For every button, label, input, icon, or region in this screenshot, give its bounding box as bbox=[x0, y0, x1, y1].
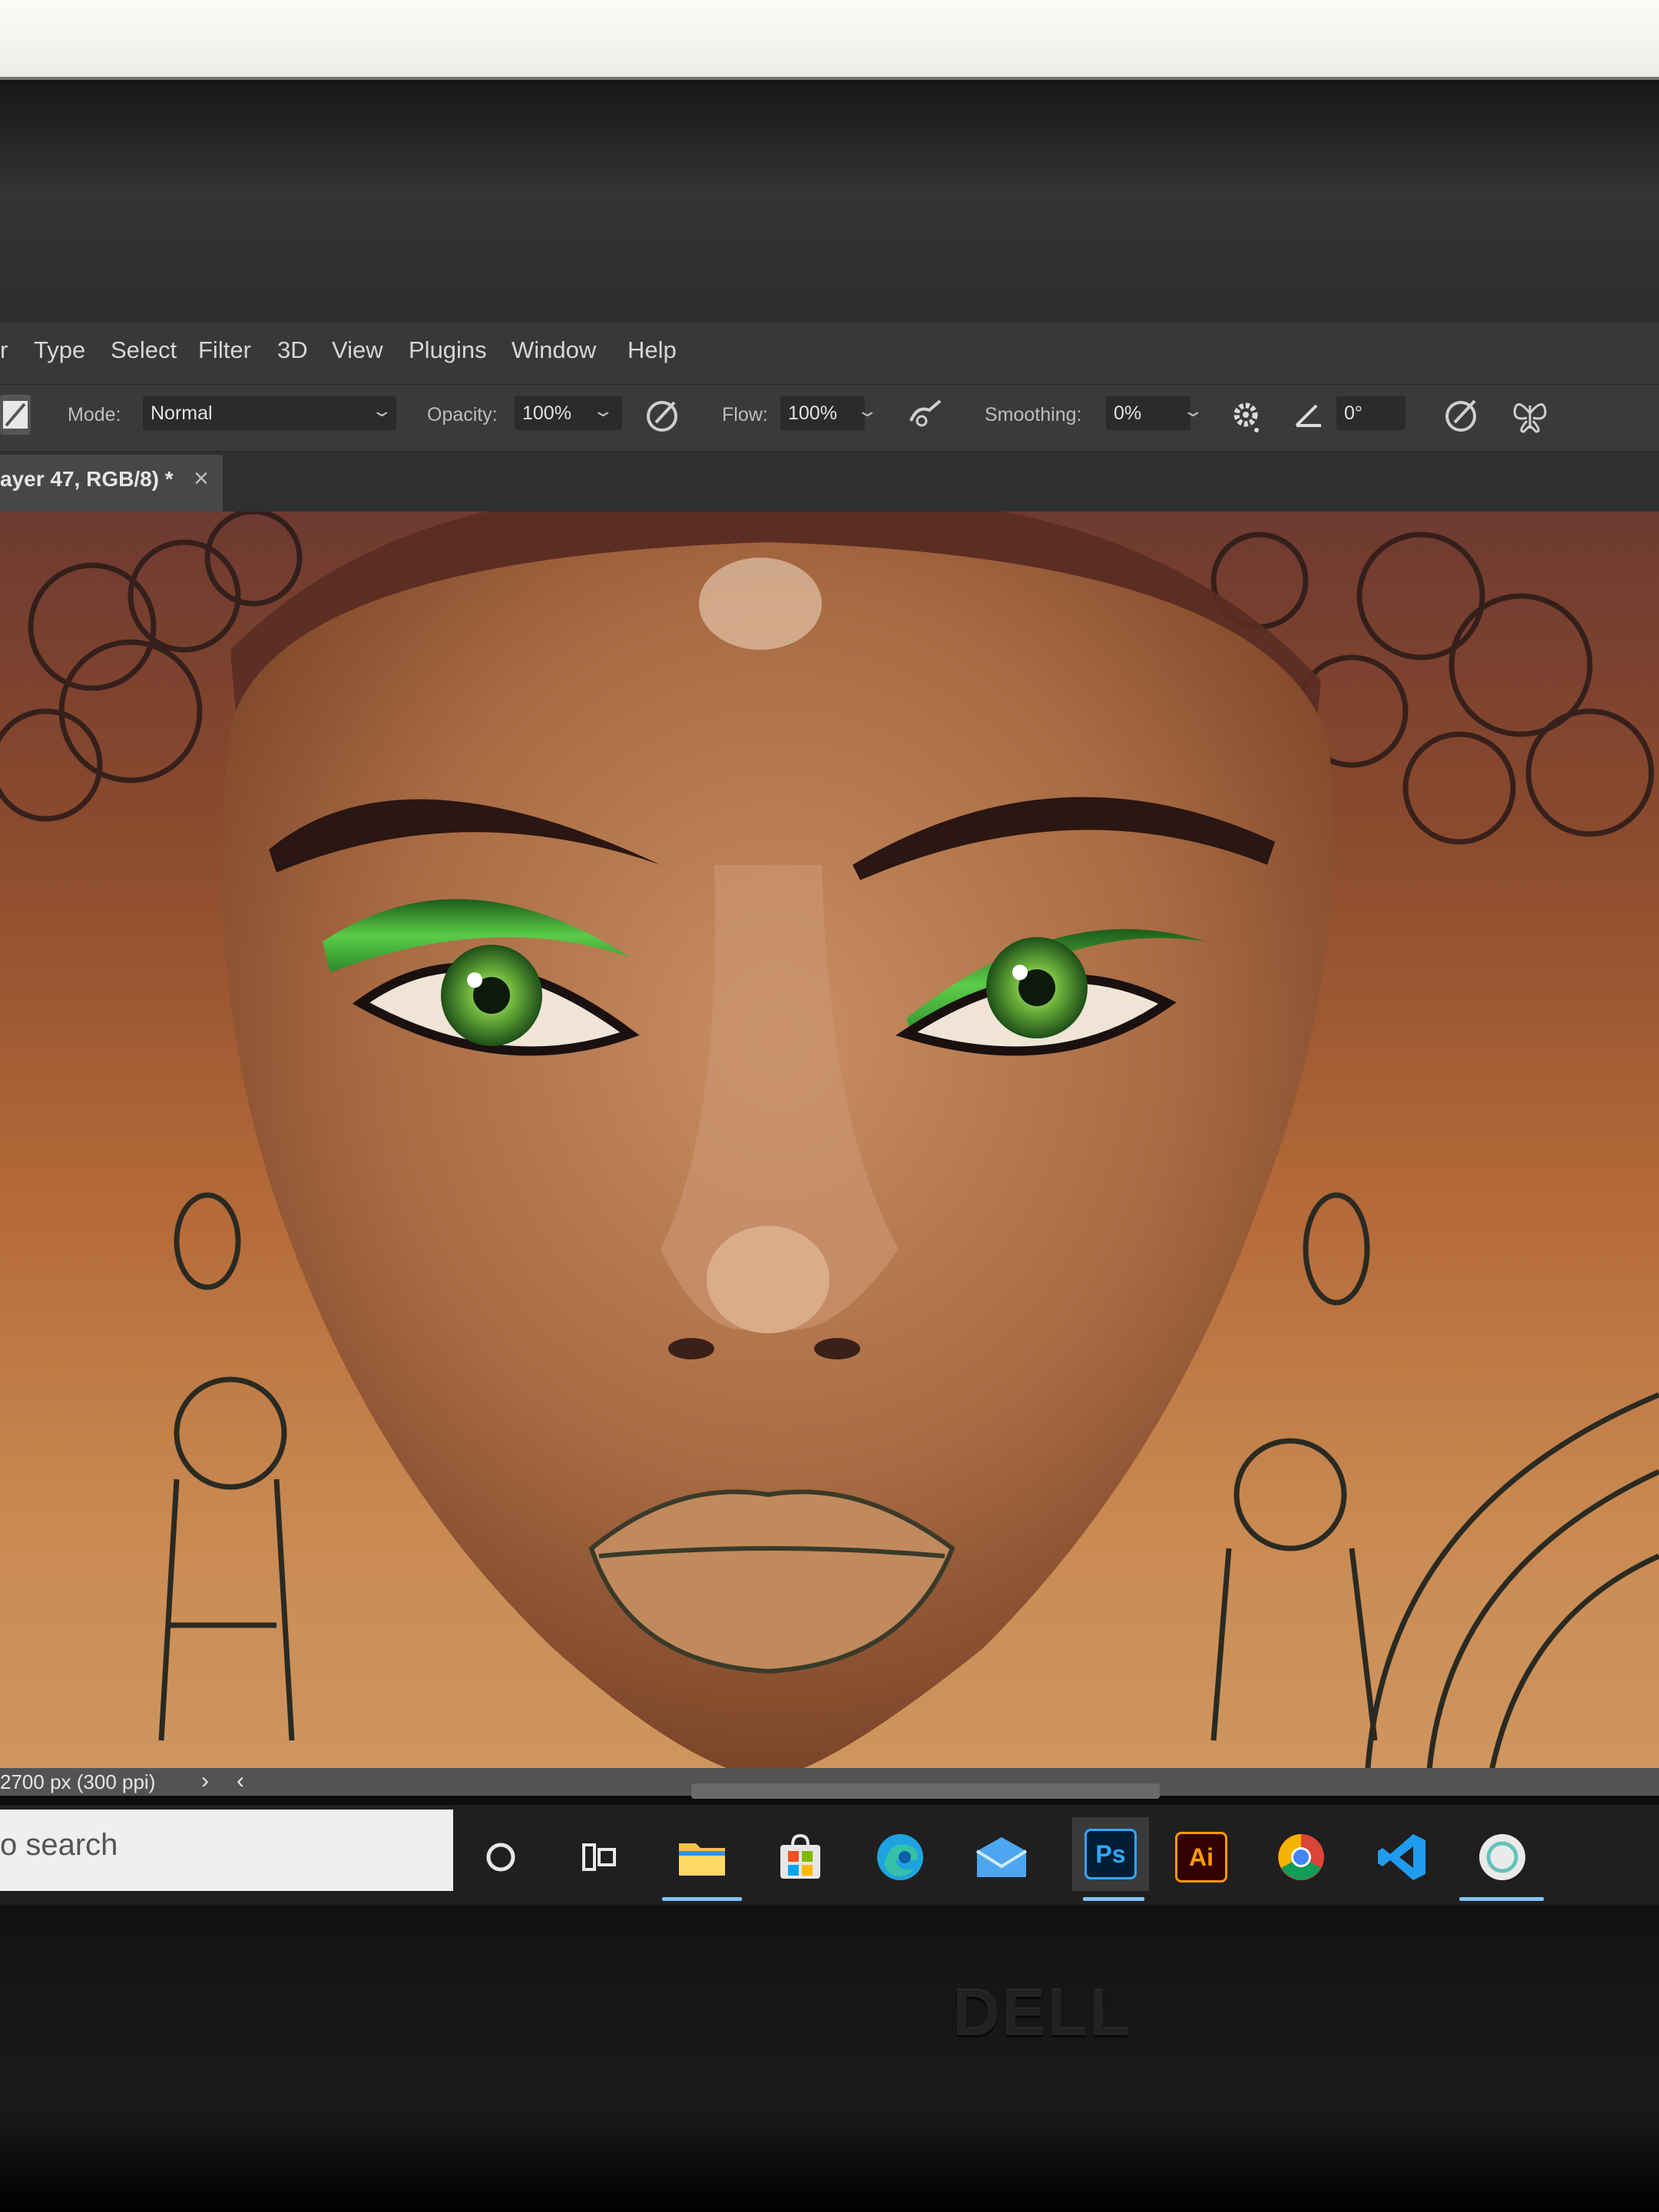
search-placeholder: o search bbox=[0, 1828, 118, 1862]
edge-browser-icon[interactable] bbox=[871, 1828, 929, 1886]
horizontal-scrollbar[interactable] bbox=[691, 1783, 1160, 1799]
active-app-indicator bbox=[1459, 1897, 1544, 1901]
chevron-down-icon[interactable]: ⌄ bbox=[370, 401, 393, 421]
photoshop-taskbar-button[interactable]: Ps bbox=[1072, 1817, 1149, 1891]
laptop-base-edge bbox=[0, 2104, 1659, 2212]
menu-type[interactable]: Type bbox=[34, 336, 85, 364]
mode-select[interactable]: Normal bbox=[143, 396, 396, 430]
cortana-icon[interactable] bbox=[472, 1828, 530, 1886]
chevron-down-icon[interactable]: ⌄ bbox=[856, 401, 879, 421]
menu-select[interactable]: Select bbox=[111, 336, 177, 364]
flow-field[interactable]: 100% bbox=[780, 396, 865, 430]
portrait-artwork bbox=[0, 512, 1659, 1779]
menu-filter[interactable]: Filter bbox=[198, 336, 251, 364]
angle-icon bbox=[1290, 395, 1330, 435]
menu-view[interactable]: View bbox=[332, 336, 383, 364]
microsoft-store-icon[interactable] bbox=[771, 1828, 830, 1886]
vscode-icon[interactable] bbox=[1373, 1828, 1432, 1886]
document-size-status: 2700 px (300 ppi) bbox=[0, 1770, 156, 1793]
document-tab-bar bbox=[0, 452, 1659, 512]
artwork-canvas[interactable] bbox=[0, 512, 1659, 1779]
illustrator-icon: Ai bbox=[1189, 1843, 1214, 1871]
chevron-left-icon[interactable]: ‹ bbox=[237, 1768, 244, 1794]
flow-label: Flow: bbox=[722, 404, 768, 426]
menu-window[interactable]: Window bbox=[512, 336, 596, 364]
illustrator-taskbar-button[interactable]: Ai bbox=[1172, 1828, 1230, 1886]
smoothing-field[interactable]: 0% bbox=[1106, 396, 1190, 430]
brush-preset-icon[interactable] bbox=[0, 395, 31, 435]
document-tab-title: ayer 47, RGB/8) * bbox=[0, 467, 174, 491]
menu-help[interactable]: Help bbox=[628, 336, 677, 364]
airbrush-icon[interactable] bbox=[906, 395, 946, 435]
chrome-icon[interactable] bbox=[1272, 1828, 1330, 1886]
background-wall bbox=[0, 0, 1659, 84]
active-app-indicator bbox=[1083, 1897, 1144, 1901]
mode-label: Mode: bbox=[68, 404, 121, 426]
dell-logo: DELL bbox=[952, 1976, 1131, 2050]
chevron-down-icon[interactable]: ⌄ bbox=[591, 401, 614, 421]
opacity-label: Opacity: bbox=[427, 404, 498, 426]
mail-icon[interactable] bbox=[972, 1828, 1031, 1886]
pressure-size-icon[interactable] bbox=[1441, 395, 1481, 435]
chevron-right-icon[interactable]: › bbox=[201, 1768, 209, 1794]
gear-icon[interactable] bbox=[1226, 395, 1266, 435]
task-view-icon[interactable] bbox=[570, 1828, 628, 1886]
active-app-indicator bbox=[662, 1897, 742, 1901]
pressure-opacity-icon[interactable] bbox=[642, 395, 682, 435]
menu-layer[interactable]: r bbox=[0, 336, 8, 364]
app-circle-icon[interactable] bbox=[1473, 1828, 1532, 1886]
file-explorer-icon[interactable] bbox=[673, 1828, 731, 1886]
photoshop-icon: Ps bbox=[1095, 1839, 1126, 1868]
smoothing-label: Smoothing: bbox=[985, 404, 1082, 426]
menu-plugins[interactable]: Plugins bbox=[409, 336, 487, 364]
monitor-bezel-top bbox=[0, 77, 1659, 333]
close-icon[interactable]: × bbox=[194, 464, 209, 494]
chevron-down-icon[interactable]: ⌄ bbox=[1181, 401, 1204, 421]
forehead-highlight bbox=[699, 558, 822, 650]
symmetry-butterfly-icon[interactable] bbox=[1510, 395, 1550, 435]
angle-field[interactable]: 0° bbox=[1336, 396, 1406, 430]
menu-3d[interactable]: 3D bbox=[277, 336, 308, 364]
